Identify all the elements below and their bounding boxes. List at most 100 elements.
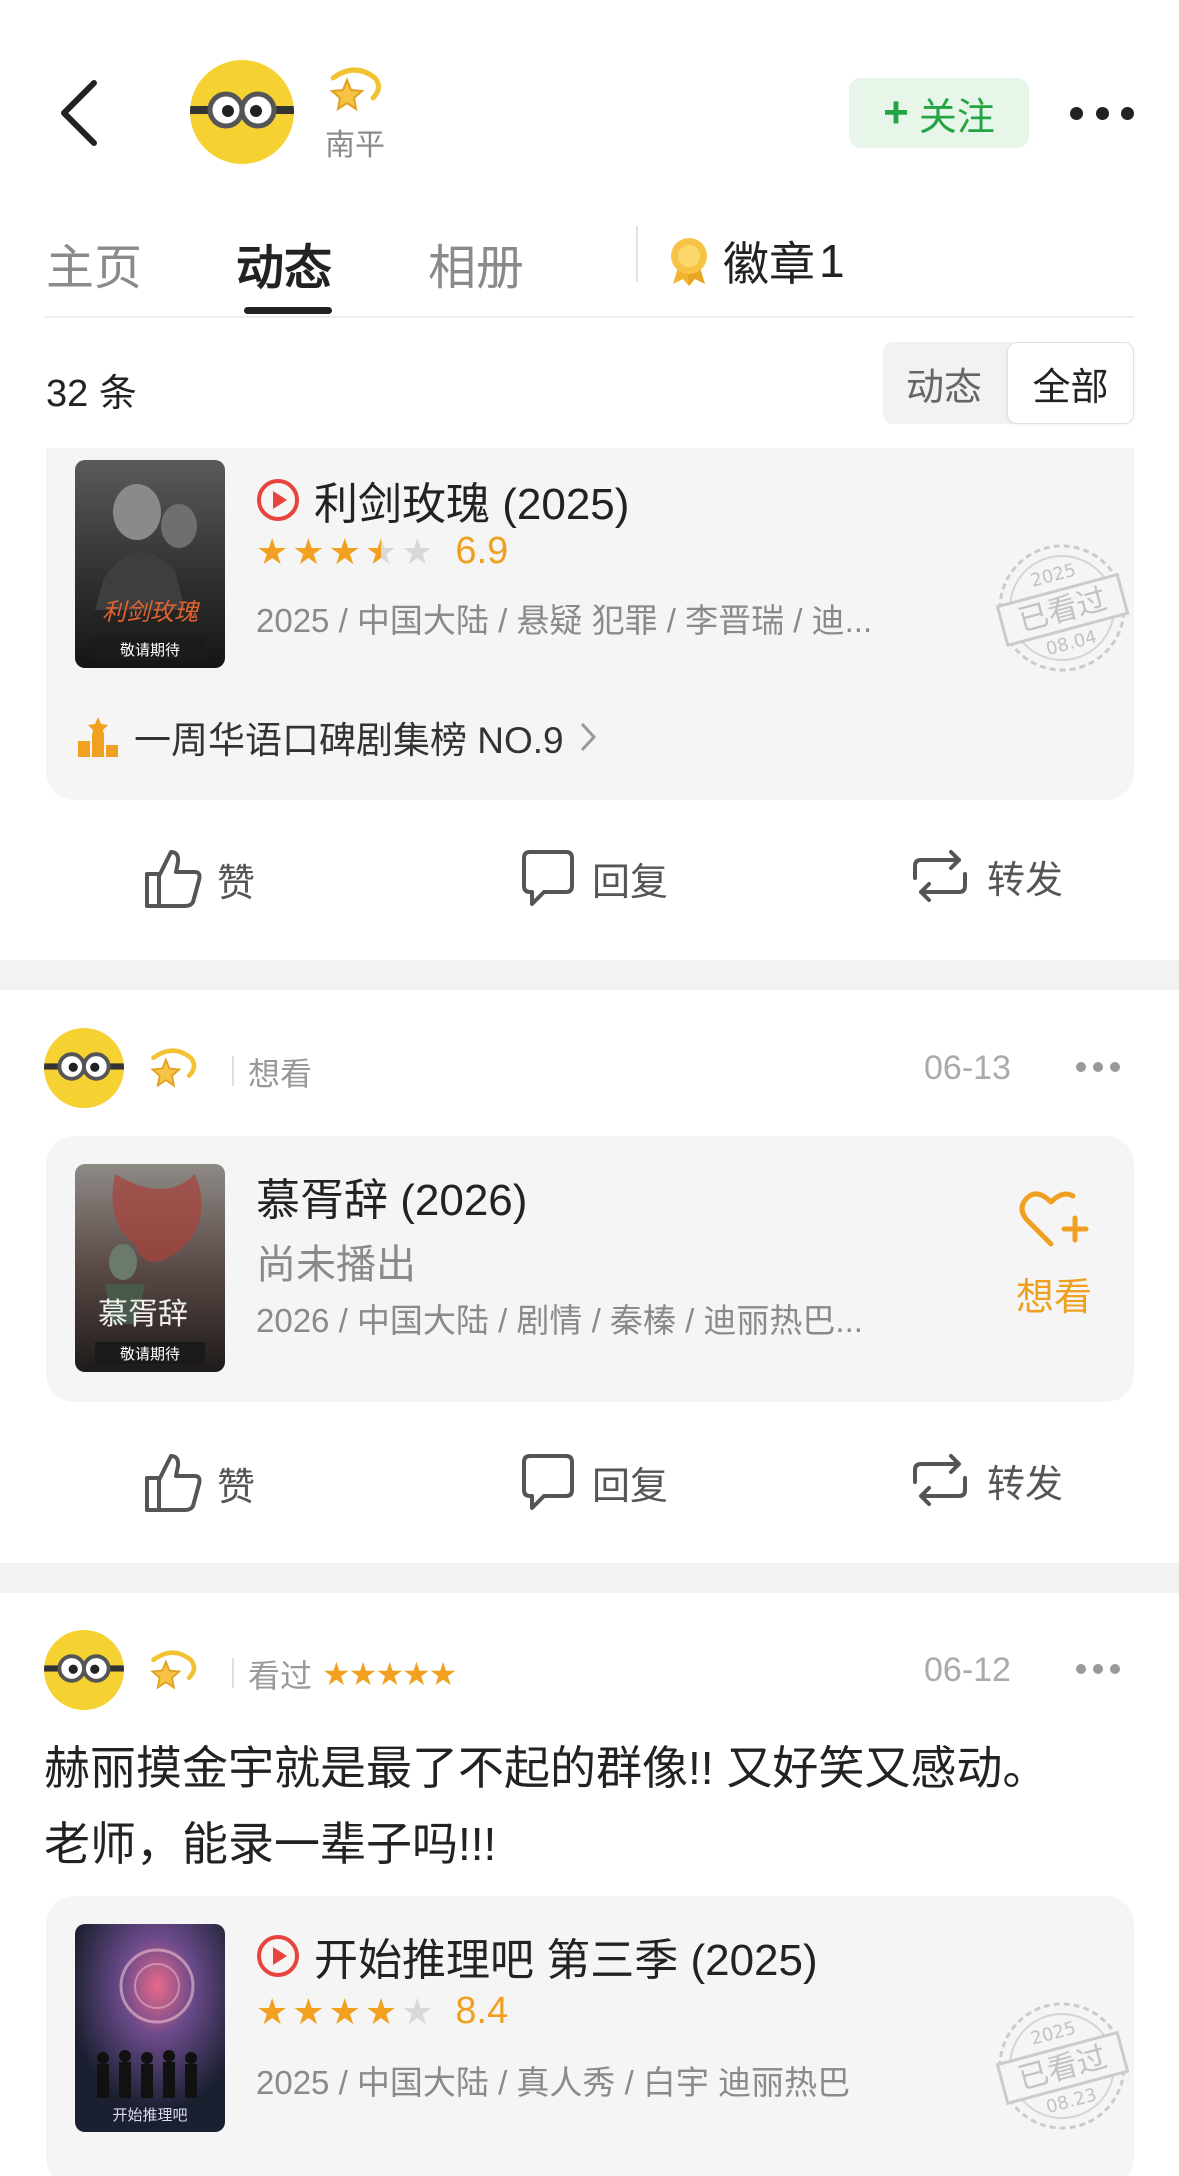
media-title: 开始推理吧 第三季 (2025) [314,1936,818,1985]
follow-button[interactable]: + 关注 [849,78,1029,148]
poster-image: 慕胥辞 敬请期待 [75,1164,225,1372]
share-button[interactable]: 转发 [907,1452,1063,1508]
profile-tabs: 主页 动态 相册 徽章 1 [0,208,1179,318]
action-label: 想看 [248,1056,313,1092]
poster-image: 开始推理吧 [75,1924,225,2132]
more-dot-icon [1121,106,1134,120]
shooting-star-badge-icon [329,67,381,112]
watched-stamp-icon: 2025 已看过 08.23 [995,2002,1130,2130]
star-icon: ★ [428,1656,458,1692]
media-meta: 2025 / 中国大陆 / 真人秀 / 白宇 迪丽热巴 [256,2064,851,2101]
divider [232,1056,234,1086]
active-tab-indicator [244,307,332,314]
score: 8.4 [455,1990,509,2032]
divider [44,316,1134,318]
star-icon: ★ [256,530,289,572]
badge-count: 1 [819,235,845,287]
medal-icon [671,238,707,286]
media-card[interactable]: 利剑玫瑰 敬请期待 利剑玫瑰 (2025) ★ ★ ★ ★ ★ 6.9 2025… [46,448,1134,800]
more-options-button[interactable] [1070,95,1134,131]
avatar[interactable] [44,1630,124,1710]
play-circle-icon [257,479,299,521]
avatar[interactable] [44,1028,124,1108]
goggles-avatar-icon [44,1052,124,1081]
play-circle-icon [257,1935,299,1977]
more-dot-icon [1110,1062,1120,1072]
media-meta: 2026 / 中国大陆 / 剧情 / 秦榛 / 迪丽热巴... [256,1302,863,1339]
goggles-avatar-icon [190,91,294,129]
review-text[interactable]: 赫丽摸金宇就是最了不起的群像!! 又好笑又感动。 老师，能录一辈子吗!!! [44,1730,1134,1882]
filter-option-activity[interactable]: 动态 [883,342,1005,424]
review-line: 赫丽摸金宇就是最了不起的群像!! 又好笑又感动。 [44,1742,1049,1794]
comment-icon [522,850,574,906]
user-info: 南平 [325,58,405,162]
media-title-row[interactable]: 利剑玫瑰 (2025) [256,468,629,532]
star-icon: ★ [328,1990,361,2032]
badge-label: 徽章 [723,238,815,290]
media-title: 利剑玫瑰 (2025) [314,480,630,529]
comment-icon [522,1454,574,1510]
post-count: 32 条 [46,373,137,415]
rank-podium-icon [78,717,118,757]
like-button[interactable]: 赞 [143,1452,255,1514]
show-poster-icon: 开始推理吧 [75,1924,225,2132]
media-meta: 2025 / 中国大陆 / 悬疑 犯罪 / 李晋瑞 / 迪... [256,602,873,639]
star-icon: ★ [348,1656,378,1692]
tab-home[interactable]: 主页 [46,228,142,298]
half-star-icon: ★ [364,530,398,572]
filter-option-all[interactable]: 全部 [1007,342,1134,424]
like-button[interactable]: 赞 [143,848,255,910]
repost-icon [913,850,967,902]
reply-button[interactable]: 回复 [518,1452,668,1512]
user-name: 南平 [325,129,385,162]
tab-album[interactable]: 相册 [428,228,524,298]
want-label: 想看 [1015,1277,1092,1319]
star-icon: ★ [256,1990,289,2032]
more-dot-icon [1093,1062,1103,1072]
poster-title: 开始推理吧 [112,2106,187,2124]
want-to-watch-button[interactable]: 想看 [999,1188,1109,1319]
share-button[interactable]: 转发 [907,848,1063,904]
star-icon: ★ [401,1990,434,2032]
share-label: 转发 [987,1463,1064,1506]
post-more-button[interactable] [1076,1664,1120,1676]
reply-label: 回复 [592,861,669,904]
post-more-button[interactable] [1076,1062,1120,1074]
feed-separator [0,960,1179,990]
avatar[interactable] [190,60,294,164]
score: 6.9 [455,530,509,572]
more-dot-icon [1070,106,1083,120]
like-label: 赞 [217,1466,256,1509]
chevron-left-icon [61,80,97,146]
tab-activity[interactable]: 动态 [236,228,332,298]
tab-badges[interactable]: 徽章 1 [667,228,845,294]
follow-label: 关注 [918,96,995,139]
media-title[interactable]: 慕胥辞 (2026) [256,1164,527,1228]
heart-plus-icon [1019,1191,1089,1247]
rating-stars: ★ ★ ★ ★ ★ 8.4 [256,1990,508,2033]
more-dot-icon [1110,1664,1120,1674]
reply-button[interactable]: 回复 [518,848,668,908]
media-title-row[interactable]: 开始推理吧 第三季 (2025) [256,1924,818,1988]
more-dot-icon [1076,1664,1086,1674]
plus-icon: + [883,88,909,137]
profile-header: 南平 + 关注 [0,0,1179,190]
media-card[interactable]: 慕胥辞 敬请期待 慕胥辞 (2026) 尚未播出 2026 / 中国大陆 / 剧… [46,1136,1134,1402]
poster-title: 利剑玫瑰 [102,598,201,626]
post-actions: 赞 回复 转发 [0,1452,1179,1522]
poster-title: 慕胥辞 [98,1297,188,1332]
share-label: 转发 [987,859,1064,902]
star-icon: ★ [364,1990,398,2032]
tab-divider [636,226,638,282]
goggles-avatar-icon [44,1654,124,1683]
release-status: 尚未播出 [256,1243,416,1287]
post-header: 想看 06-13 [0,1022,1179,1112]
poster-tagline: 敬请期待 [120,641,180,659]
rank-link[interactable]: 一周华语口碑剧集榜 NO.9 [76,710,598,764]
rating-stars: ★ ★ ★ ★ ★ 6.9 [256,530,508,573]
back-button[interactable] [52,75,112,151]
media-card[interactable]: 开始推理吧 开始推理吧 第三季 (2025) ★ ★ ★ ★ ★ 8.4 202… [46,1896,1134,2176]
filter-row: 32 条 动态 全部 [0,340,1179,426]
chevron-right-icon [580,722,596,752]
post-date: 06-13 [924,1049,1011,1087]
